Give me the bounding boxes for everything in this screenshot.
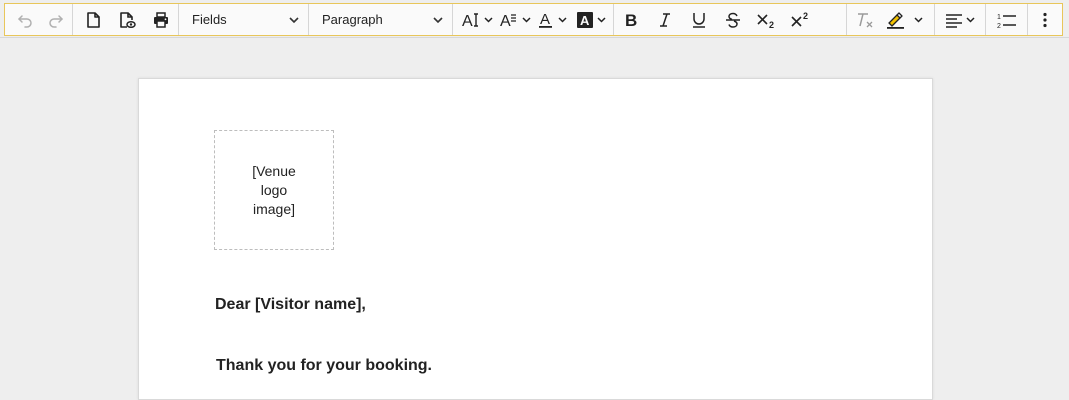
font-color-button[interactable]: A: [535, 4, 573, 35]
editor-toolbar: Fields Paragraph A A A A B 2 2 1 2: [4, 3, 1063, 36]
highlight-button[interactable]: [880, 4, 932, 35]
chevron-down-icon: [433, 16, 443, 23]
svg-text:A: A: [462, 13, 473, 29]
preview-icon: [120, 11, 136, 28]
background-color-button[interactable]: A: [573, 4, 613, 35]
svg-text:1: 1: [997, 14, 1001, 21]
fields-dropdown[interactable]: Fields: [179, 4, 308, 35]
superscript-button[interactable]: 2: [784, 4, 818, 35]
underline-button[interactable]: [682, 4, 716, 35]
preview-button[interactable]: [110, 4, 144, 35]
new-document-icon: [87, 11, 100, 28]
fields-dropdown-label: Fields: [192, 12, 227, 27]
history-group: [5, 4, 73, 35]
body-text: Thank you for your booking.: [216, 357, 432, 374]
italic-icon: [660, 12, 670, 27]
more-options-button[interactable]: [1028, 4, 1061, 35]
editor-canvas[interactable]: [Venue logo image] Dear [Visitor name], …: [0, 37, 1069, 400]
line-height-icon: A: [500, 13, 531, 29]
venue-logo-placeholder-text: [Venue logo image]: [252, 162, 296, 217]
bold-button[interactable]: B: [614, 4, 648, 35]
document-group: [73, 4, 179, 35]
paragraph-dropdown-label: Paragraph: [322, 12, 383, 27]
align-group: [935, 4, 987, 35]
fields-group: Fields: [179, 4, 309, 35]
svg-text:2: 2: [997, 23, 1001, 29]
svg-text:A: A: [540, 11, 550, 28]
list-group: 1 2: [986, 4, 1029, 35]
subscript-icon: 2: [757, 13, 774, 29]
svg-text:A: A: [500, 13, 511, 29]
svg-text:B: B: [625, 11, 637, 29]
align-button[interactable]: [940, 4, 984, 35]
svg-text:A: A: [580, 13, 590, 28]
bold-icon: B: [625, 11, 637, 29]
ordered-list-button[interactable]: 1 2: [986, 4, 1027, 35]
clear-formatting-icon: [857, 12, 873, 27]
subscript-button[interactable]: 2: [750, 4, 784, 35]
more-group: [1028, 4, 1062, 35]
background-color-icon: A: [577, 11, 606, 28]
redo-button[interactable]: [41, 4, 73, 35]
new-document-button[interactable]: [76, 4, 110, 35]
underline-icon: [693, 12, 705, 28]
line-height-button[interactable]: A: [497, 4, 535, 35]
strikethrough-icon: [726, 12, 740, 28]
superscript-icon: 2: [791, 11, 808, 27]
redo-icon: [49, 14, 63, 28]
strikethrough-button[interactable]: [716, 4, 750, 35]
highlight-icon: [886, 11, 923, 29]
more-vertical-icon: [1043, 12, 1047, 27]
formatting-group: A A A A B 2 2: [453, 4, 847, 35]
clear-formatting-button[interactable]: [850, 4, 880, 35]
undo-icon: [18, 14, 32, 28]
italic-button[interactable]: [648, 4, 682, 35]
paragraph-group: Paragraph: [309, 4, 453, 35]
font-color-icon: A: [539, 11, 567, 28]
svg-text:2: 2: [769, 20, 774, 29]
chevron-down-icon: [289, 16, 299, 23]
document-page[interactable]: [Venue logo image] Dear [Visitor name], …: [138, 78, 933, 400]
font-size-icon: A: [462, 13, 493, 29]
undo-button[interactable]: [9, 4, 41, 35]
svg-text:2: 2: [803, 11, 808, 21]
print-button[interactable]: [144, 4, 178, 35]
print-icon: [154, 11, 168, 28]
align-left-icon: [946, 13, 975, 28]
venue-logo-placeholder[interactable]: [Venue logo image]: [214, 130, 334, 250]
clear-highlight-group: [847, 4, 936, 35]
paragraph-dropdown[interactable]: Paragraph: [309, 4, 452, 35]
ordered-list-icon: 1 2: [997, 14, 1016, 29]
font-size-button[interactable]: A: [459, 4, 497, 35]
greeting-text: Dear [Visitor name],: [215, 296, 366, 313]
